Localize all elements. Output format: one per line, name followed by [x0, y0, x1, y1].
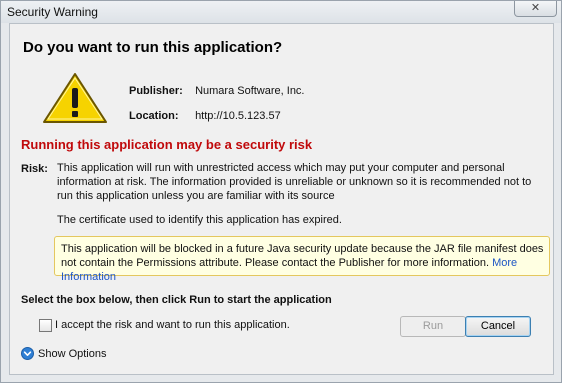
location-label: Location: [129, 110, 179, 122]
cancel-button[interactable]: Cancel [465, 316, 531, 337]
accept-risk-checkbox[interactable] [39, 319, 52, 332]
warning-triangle-icon [43, 73, 107, 123]
publisher-row: Publisher: Numara Software, Inc. [129, 85, 305, 97]
publisher-label: Publisher: [129, 85, 183, 97]
instruction-text: Select the box below, then click Run to … [21, 294, 332, 306]
close-button[interactable]: ✕ [514, 1, 557, 17]
dialog-content: Do you want to run this application? Pub… [9, 23, 554, 375]
location-value: http://10.5.123.57 [195, 110, 281, 122]
show-options-label[interactable]: Show Options [38, 348, 106, 360]
window-title: Security Warning [7, 5, 98, 19]
run-button[interactable]: Run [400, 316, 466, 337]
accept-risk-label[interactable]: I accept the risk and want to run this a… [55, 319, 290, 331]
notice-text-block: This application will be blocked in a fu… [61, 242, 545, 284]
risk-label: Risk: [21, 163, 48, 175]
title-bar[interactable]: Security Warning ✕ [1, 1, 561, 23]
chevron-down-circle-icon[interactable] [21, 347, 34, 360]
dialog-question: Do you want to run this application? [23, 39, 283, 56]
blocking-notice: This application will be blocked in a fu… [54, 236, 550, 283]
certificate-text: The certificate used to identify this ap… [57, 214, 342, 226]
close-icon: ✕ [530, 2, 541, 14]
publisher-value: Numara Software, Inc. [195, 85, 305, 97]
notice-text: This application will be blocked in a fu… [61, 243, 544, 269]
security-warning-window: Security Warning ✕ Do you want to run th… [0, 0, 562, 383]
risk-heading: Running this application may be a securi… [21, 137, 313, 152]
risk-text: This application will run with unrestric… [57, 162, 532, 202]
location-row: Location: http://10.5.123.57 [129, 110, 281, 122]
